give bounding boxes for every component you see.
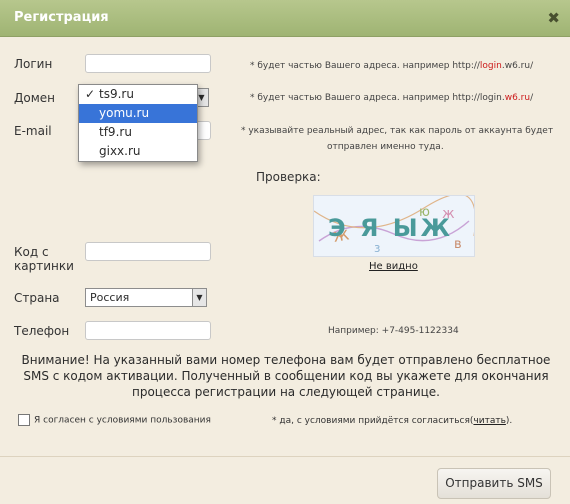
domain-option[interactable]: ✓ ts9.ru	[79, 85, 197, 104]
registration-dialog: Регистрация ✖ Логин * будет частью Вашег…	[0, 0, 570, 504]
email-hint-line2: отправлен именно туда.	[327, 142, 444, 152]
agree-checkbox-label: Я согласен с условиями пользования	[34, 415, 211, 426]
not-visible-link[interactable]: Не видно	[369, 261, 418, 272]
checkbox-box[interactable]	[18, 414, 30, 426]
captcha-image: ж ю ж з в Э Я ЫЖ	[313, 193, 476, 257]
captcha-graphic: ж ю ж з в Э Я ЫЖ	[313, 193, 476, 255]
footer-divider	[0, 456, 570, 457]
checkmark-icon: ✓	[85, 87, 96, 101]
phone-input[interactable]	[85, 321, 211, 340]
country-label: Страна	[14, 291, 60, 305]
country-select[interactable]: Россия ▼	[85, 288, 207, 307]
login-input[interactable]	[85, 54, 211, 73]
captcha-code-input[interactable]	[85, 242, 211, 261]
chevron-down-icon[interactable]: ▼	[192, 289, 206, 306]
login-hint: * будет частью Вашего адреса. например h…	[250, 61, 534, 71]
captcha-image-text: Э Я ЫЖ	[328, 214, 453, 242]
phone-hint: Например: +7-495-1122334	[328, 326, 459, 336]
send-sms-button[interactable]: Отправить SMS	[437, 468, 551, 499]
country-select-value: Россия	[90, 291, 130, 304]
sms-notice: Внимание! На указанный вами номер телефо…	[21, 353, 551, 399]
domain-option[interactable]: yomu.ru	[79, 104, 197, 123]
dialog-title: Регистрация	[14, 10, 109, 25]
domain-dropdown-list: ✓ ts9.ru yomu.ru tf9.ru gixx.ru	[78, 84, 198, 162]
domain-option[interactable]: gixx.ru	[79, 142, 197, 161]
close-icon[interactable]: ✖	[547, 9, 560, 27]
dialog-titlebar: Регистрация ✖	[0, 0, 570, 37]
email-hint-line1: * указывайте реальный адрес, так как пар…	[241, 126, 554, 136]
svg-text:в: в	[454, 237, 462, 252]
domain-hint: * будет частью Вашего адреса. например h…	[250, 93, 534, 103]
captcha-code-label: Код с	[14, 245, 49, 259]
captcha-title: Проверка:	[256, 170, 321, 184]
svg-text:з: з	[374, 241, 380, 255]
domain-option[interactable]: tf9.ru	[79, 123, 197, 142]
domain-label: Домен	[14, 91, 55, 105]
agreement-note: * да, с условиями прийдётся согласиться(…	[272, 416, 513, 426]
read-terms-link[interactable]: читать	[473, 416, 505, 426]
login-label: Логин	[14, 57, 53, 71]
agree-checkbox[interactable]: Я согласен с условиями пользования	[18, 414, 211, 426]
email-label: E-mail	[14, 124, 52, 138]
captcha-code-label-2: картинки	[14, 259, 74, 273]
phone-label: Телефон	[14, 324, 70, 338]
